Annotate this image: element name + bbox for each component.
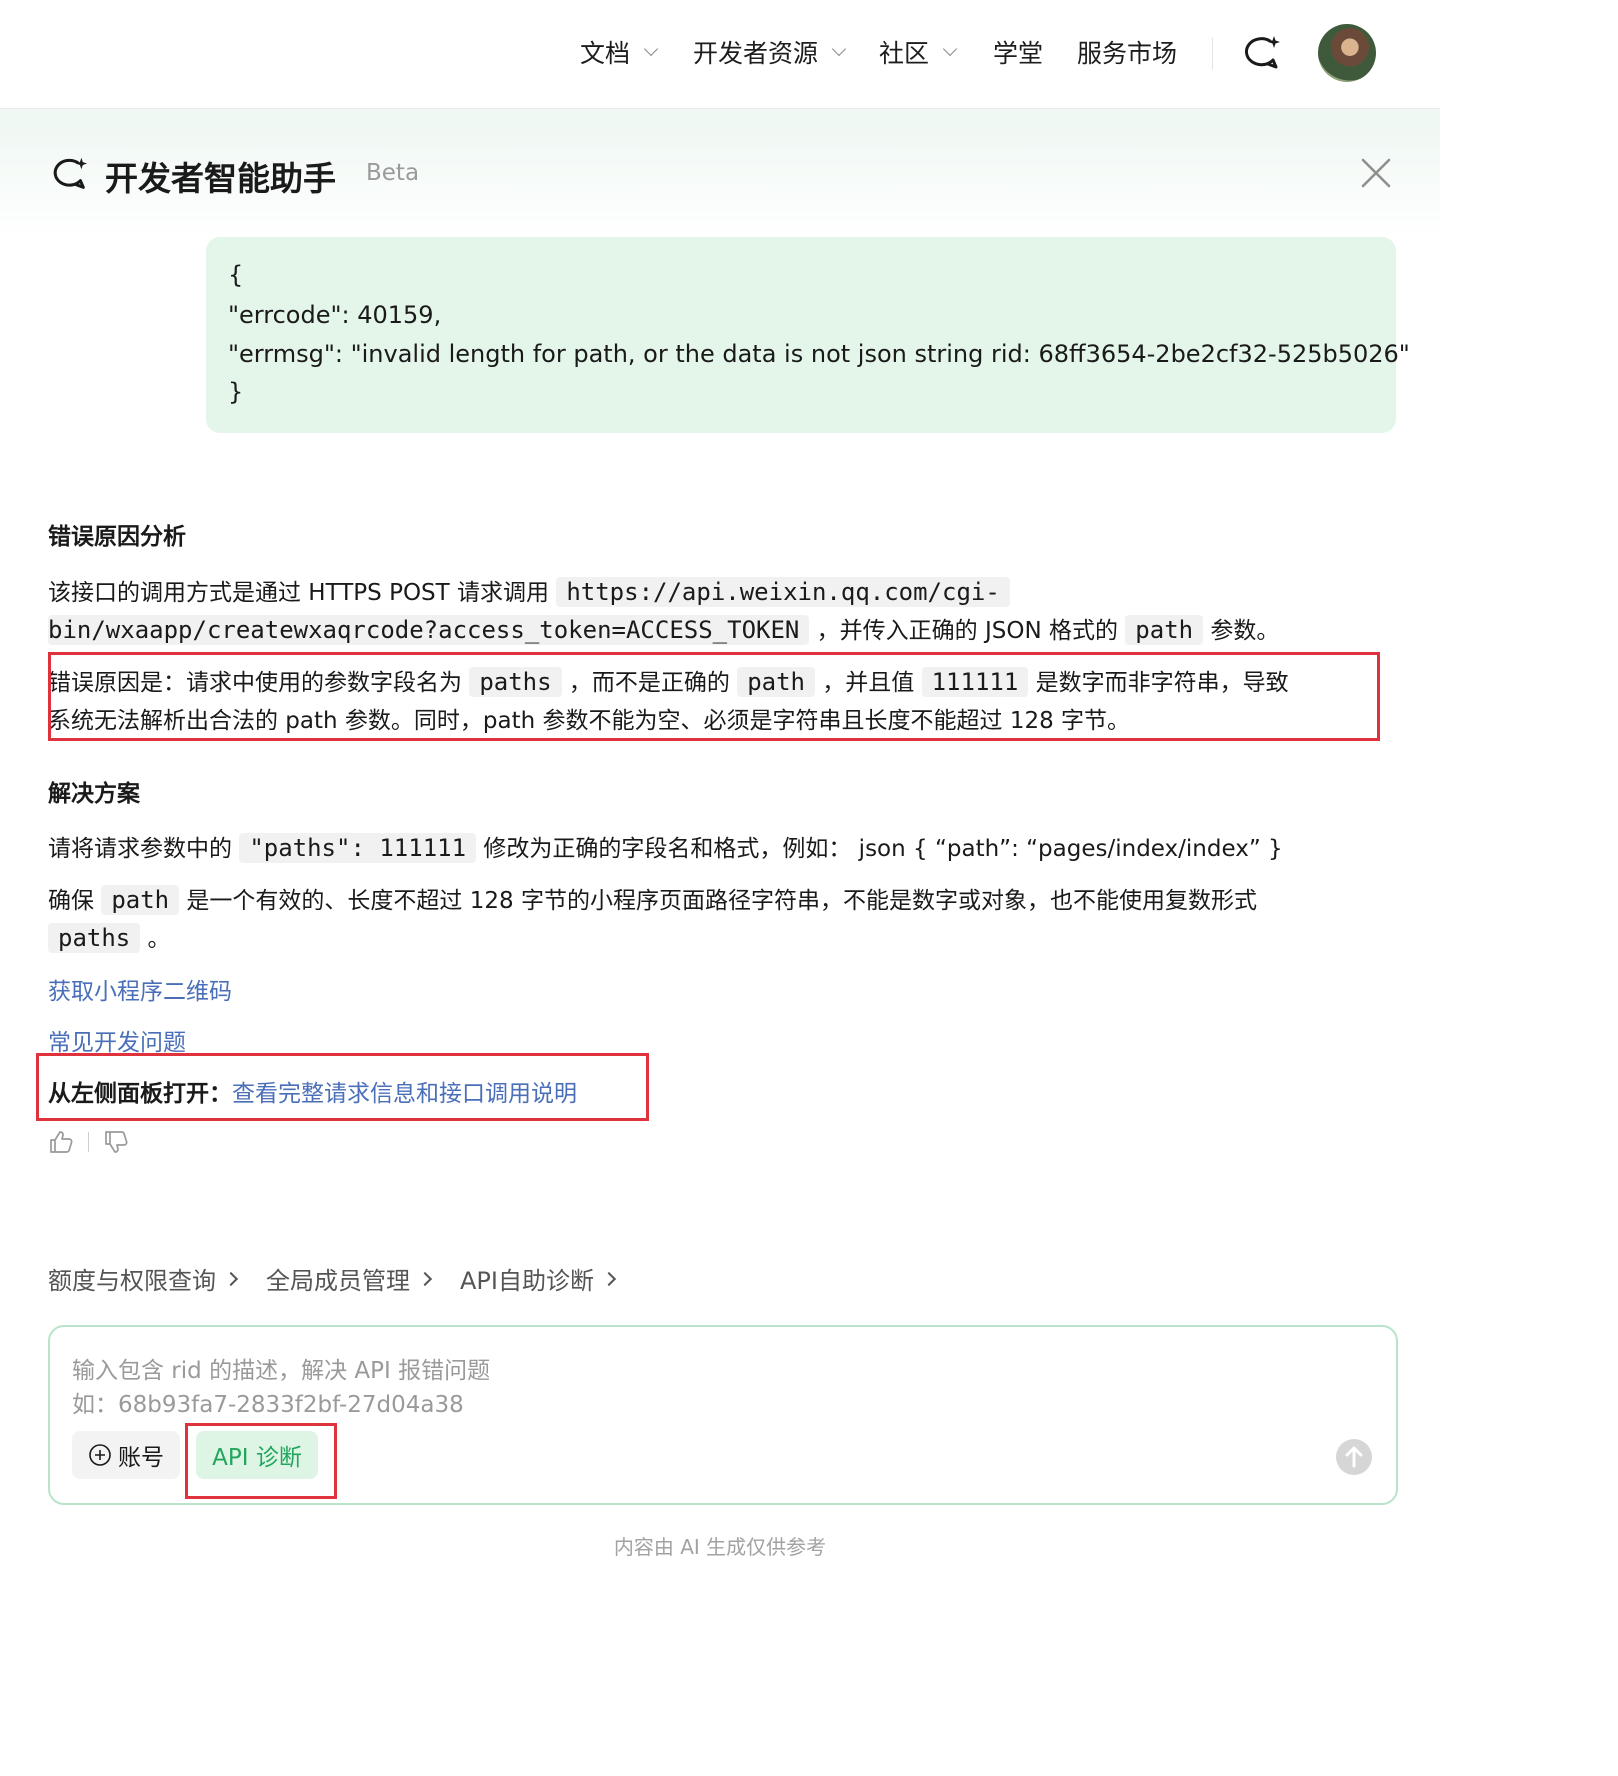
nav-item-service-market[interactable]: 服务市场 [1077,34,1177,70]
feedback-divider [88,1132,89,1152]
quick-links: 额度与权限查询 全局成员管理 API自助诊断 [48,1261,617,1296]
message-line: "errmsg": "invalid length for path, or t… [228,340,1410,368]
paragraph-solution-fix: 请将请求参数中的 "paths": 111111 修改为正确的字段名和格式，例如… [48,829,1283,863]
assistant-panel: 开发者智能助手 Beta { "errcode": 40159, "errmsg… [0,109,1440,1776]
avatar[interactable] [1318,24,1376,82]
paragraph-api-usage-line2: bin/wxaapp/createwxaqrcode?access_token=… [48,611,1279,645]
close-icon[interactable] [1358,155,1394,191]
nav-item-label: 社区 [879,39,930,68]
link-get-miniprogram-qrcode[interactable]: 获取小程序二维码 [48,972,232,1006]
message-line: } [228,378,244,406]
ai-disclaimer: 内容由 AI 生成仅供参考 [613,1535,827,1559]
inline-code-url: https://api.weixin.qq.com/cgi- [556,577,1010,607]
link-common-dev-issues[interactable]: 常见开发问题 [48,1023,186,1057]
send-button[interactable] [1336,1439,1372,1475]
page: 文档 开发者资源 社区 学堂 服务市场 开发者智能助手 Beta {"errc… [0,0,1440,1776]
beta-badge: Beta [366,160,420,186]
highlight-box-api-diagnosis [185,1423,337,1499]
chevron-down-icon [831,41,847,57]
quick-link-label: 额度与权限查询 [48,1267,216,1295]
feedback-buttons [48,1129,129,1155]
text: 确保 [48,888,102,914]
thumbs-down-icon[interactable] [103,1129,129,1155]
inline-code-paths-value: "paths": 111111 [239,833,477,863]
text: 请将请求参数中的 [48,836,240,862]
nav-item-dev-resources[interactable]: 开发者资源 [693,34,847,70]
nav-item-label: 学堂 [993,39,1044,68]
panel-title: 开发者智能助手 [105,159,336,198]
chevron-down-icon [942,41,958,57]
highlight-box-open-link [36,1053,649,1121]
chevron-right-icon [417,1271,433,1286]
message-line: "errcode": 40159, [228,301,442,329]
quick-link-label: 全局成员管理 [266,1267,410,1295]
quick-link-label: API自助诊断 [460,1267,594,1295]
quick-link-api-diagnosis[interactable]: API自助诊断 [460,1261,617,1296]
arrow-up-icon [1345,1446,1363,1468]
nav-item-label: 文档 [580,39,631,68]
text: 参数。 [1203,618,1280,644]
nav-item-label: 服务市场 [1077,39,1178,68]
quick-link-quota[interactable]: 额度与权限查询 [48,1261,239,1296]
nav-item-academy[interactable]: 学堂 [993,34,1043,70]
top-nav: 文档 开发者资源 社区 学堂 服务市场 [0,0,1440,109]
inline-code-path: path [1125,615,1204,645]
quick-link-members[interactable]: 全局成员管理 [266,1261,433,1296]
chevron-right-icon [223,1271,239,1286]
text: 该接口的调用方式是通过 HTTPS POST 请求调用 [48,580,557,606]
inline-code-paths: paths [48,923,141,953]
inline-code-path: path [101,885,180,915]
nav-item-community[interactable]: 社区 [879,34,958,70]
paragraph-solution-ensure-line2: paths 。 [48,919,171,953]
chevron-right-icon [601,1271,617,1286]
plus-circle-icon [89,1444,111,1466]
text: 是一个有效的、长度不超过 128 字节的小程序页面路径字符串，不能是数字或对象，… [179,888,1257,914]
message-line: { [228,261,244,289]
nav-item-docs[interactable]: 文档 [580,34,659,70]
paragraph-solution-ensure-line1: 确保 path 是一个有效的、长度不超过 128 字节的小程序页面路径字符串，不… [48,881,1257,915]
text: 。 [140,926,171,952]
user-message-bubble: { "errcode": 40159, "errmsg": "invalid l… [206,237,1410,433]
highlight-box-error-cause [48,652,1380,741]
thumbs-up-icon[interactable] [48,1129,74,1155]
nav-divider [1212,38,1213,70]
input-placeholder: 输入包含 rid 的描述，解决 API 报错问题 [72,1358,491,1384]
text: ，并传入正确的 JSON 格式的 [809,618,1126,644]
account-button-label: 账号 [118,1445,164,1471]
heading-solution: 解决方案 [48,781,140,807]
inline-code-url: bin/wxaapp/createwxaqrcode?access_token=… [48,615,810,645]
paragraph-api-usage-line1: 该接口的调用方式是通过 HTTPS POST 请求调用 https://api.… [48,573,1010,607]
chat-sparkle-icon[interactable] [1240,32,1282,74]
chevron-down-icon [643,41,659,57]
nav-item-label: 开发者资源 [693,39,819,68]
input-placeholder-example: 如：68b93fa7-2833f2bf-27d04a38 [72,1392,464,1418]
chat-sparkle-icon [53,157,88,189]
text: 修改为正确的字段名和格式，例如： json { “path”: “pages/i… [476,836,1283,862]
account-button[interactable]: 账号 [72,1431,180,1479]
heading-error-analysis: 错误原因分析 [48,524,186,550]
